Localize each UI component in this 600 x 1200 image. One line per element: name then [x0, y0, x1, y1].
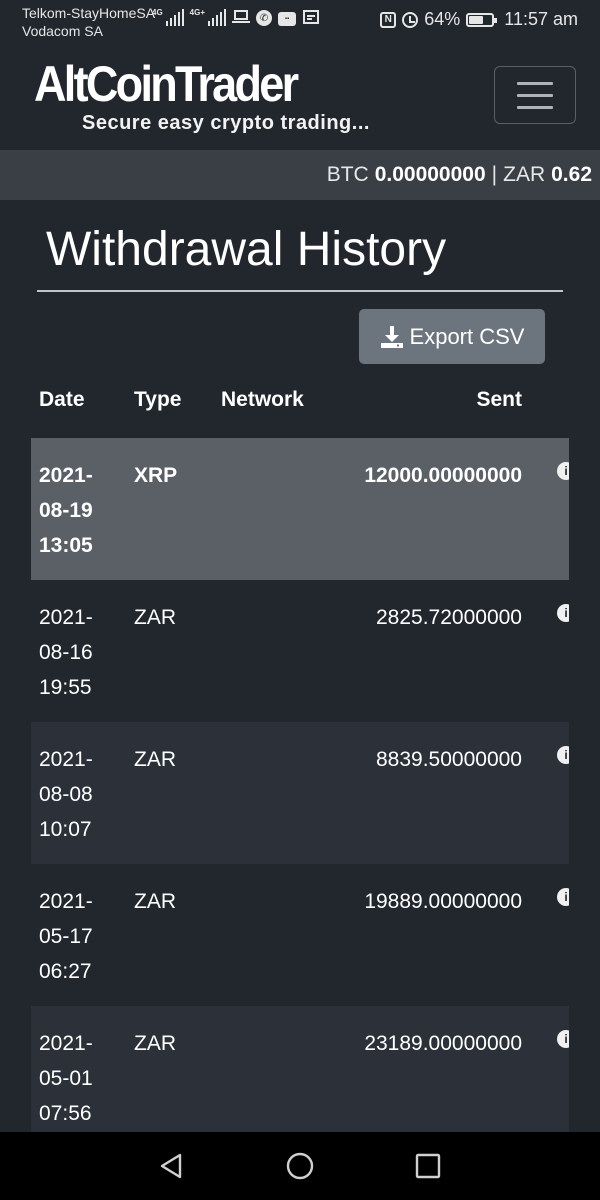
- info-icon[interactable]: i: [557, 604, 569, 622]
- info-icon[interactable]: i: [557, 746, 569, 764]
- home-button[interactable]: [282, 1148, 318, 1184]
- column-header-date[interactable]: Date: [39, 388, 85, 412]
- logo-text: AltCoinTrader: [34, 56, 299, 112]
- alarm-icon: [402, 11, 419, 28]
- page-title: Withdrawal History: [46, 223, 447, 276]
- signal-icon: 4G+: [189, 8, 227, 26]
- carrier-2: Vodacom SA: [22, 23, 103, 39]
- balance-separator: |: [491, 163, 498, 186]
- cell-sent: 12000.00000000: [364, 464, 522, 487]
- table-row[interactable]: 2021- 08-16 19:55 ZAR 2825.72000000 i: [31, 580, 569, 722]
- btc-balance: 0.00000000: [374, 163, 486, 186]
- table-row[interactable]: 2021- 08-19 13:05 XRP 12000.00000000 i: [31, 438, 569, 580]
- back-button[interactable]: [154, 1148, 190, 1184]
- zar-label: ZAR: [503, 163, 546, 186]
- carrier-info: Telkom-StayHomeSA Vodacom SA: [22, 4, 155, 40]
- cell-type: ZAR: [134, 1032, 176, 1055]
- cell-date: 2021- 08-16 19:55: [39, 606, 93, 699]
- status-icons-left: 4G 4G+ ✆ ▪▪: [152, 8, 320, 26]
- tagline: Secure easy crypto trading...: [82, 112, 370, 134]
- carrier-1: Telkom-StayHomeSA: [22, 5, 156, 21]
- clock: 11:57 am: [504, 9, 578, 29]
- screen: Telkom-StayHomeSA Vodacom SA 4G 4G+ ✆ ▪▪…: [0, 0, 600, 1200]
- laptop-icon: [232, 8, 251, 26]
- system-nav-bar: [0, 1132, 600, 1200]
- cell-type: ZAR: [134, 748, 176, 771]
- home-icon: [286, 1152, 314, 1180]
- cell-sent: 19889.00000000: [364, 890, 522, 913]
- cell-date: 2021- 08-19 13:05: [39, 464, 93, 557]
- menu-toggle-button[interactable]: [494, 66, 576, 124]
- info-icon[interactable]: i: [557, 888, 569, 906]
- cell-date: 2021- 05-17 06:27: [39, 890, 93, 983]
- cell-date: 2021- 08-08 10:07: [39, 748, 93, 841]
- column-header-sent[interactable]: Sent: [476, 388, 522, 412]
- battery-icon: [466, 12, 498, 27]
- recents-button[interactable]: [410, 1148, 446, 1184]
- signal-1-tag: 4G: [152, 8, 163, 17]
- cell-type: ZAR: [134, 890, 176, 913]
- export-csv-label: Export CSV: [409, 323, 525, 349]
- status-icons-right: N 64% 11:57 am: [380, 9, 578, 30]
- column-header-type[interactable]: Type: [134, 388, 181, 412]
- info-icon[interactable]: i: [557, 1030, 569, 1048]
- signal-icon: 4G: [152, 8, 184, 26]
- calendar-icon: [302, 8, 320, 26]
- cell-sent: 8839.50000000: [376, 748, 522, 771]
- signal-2-tag: 4G+: [189, 8, 206, 17]
- nfc-icon: N: [380, 11, 397, 28]
- table-row[interactable]: 2021- 05-17 06:27 ZAR 19889.00000000 i: [31, 864, 569, 1006]
- hamburger-menu-icon: [517, 81, 553, 85]
- withdrawal-table: Date Type Network Sent 2021- 08-19 13:05…: [31, 366, 569, 1132]
- phone-icon: ✆: [256, 10, 273, 26]
- column-header-network[interactable]: Network: [221, 388, 304, 412]
- table-row[interactable]: 2021- 05-01 07:56 ZAR 23189.00000000 i: [31, 1006, 569, 1132]
- table-row[interactable]: 2021- 08-08 10:07 ZAR 8839.50000000 i: [31, 722, 569, 864]
- table-header: Date Type Network Sent: [31, 366, 569, 438]
- cell-date: 2021- 05-01 07:56: [39, 1032, 93, 1125]
- balance-bar: BTC 0.00000000 | ZAR 0.62: [0, 150, 600, 200]
- btc-label: BTC: [326, 163, 369, 186]
- back-icon: [160, 1153, 182, 1179]
- cell-type: ZAR: [134, 606, 176, 629]
- recents-icon: [415, 1153, 441, 1179]
- info-icon[interactable]: i: [557, 462, 569, 480]
- huawei-icon: ▪▪: [278, 12, 297, 26]
- export-csv-button[interactable]: Export CSV: [359, 309, 545, 364]
- cell-sent: 23189.00000000: [364, 1032, 522, 1055]
- battery-percent: 64%: [424, 9, 461, 29]
- site-header: AltCoinTrader Secure easy crypto trading…: [0, 42, 600, 150]
- cell-sent: 2825.72000000: [376, 606, 522, 629]
- zar-balance: 0.62: [551, 163, 592, 186]
- cell-type: XRP: [134, 464, 178, 487]
- title-divider: [37, 290, 563, 292]
- status-bar: Telkom-StayHomeSA Vodacom SA 4G 4G+ ✆ ▪▪…: [0, 0, 600, 42]
- logo[interactable]: AltCoinTrader: [34, 58, 326, 110]
- download-icon: [380, 325, 404, 349]
